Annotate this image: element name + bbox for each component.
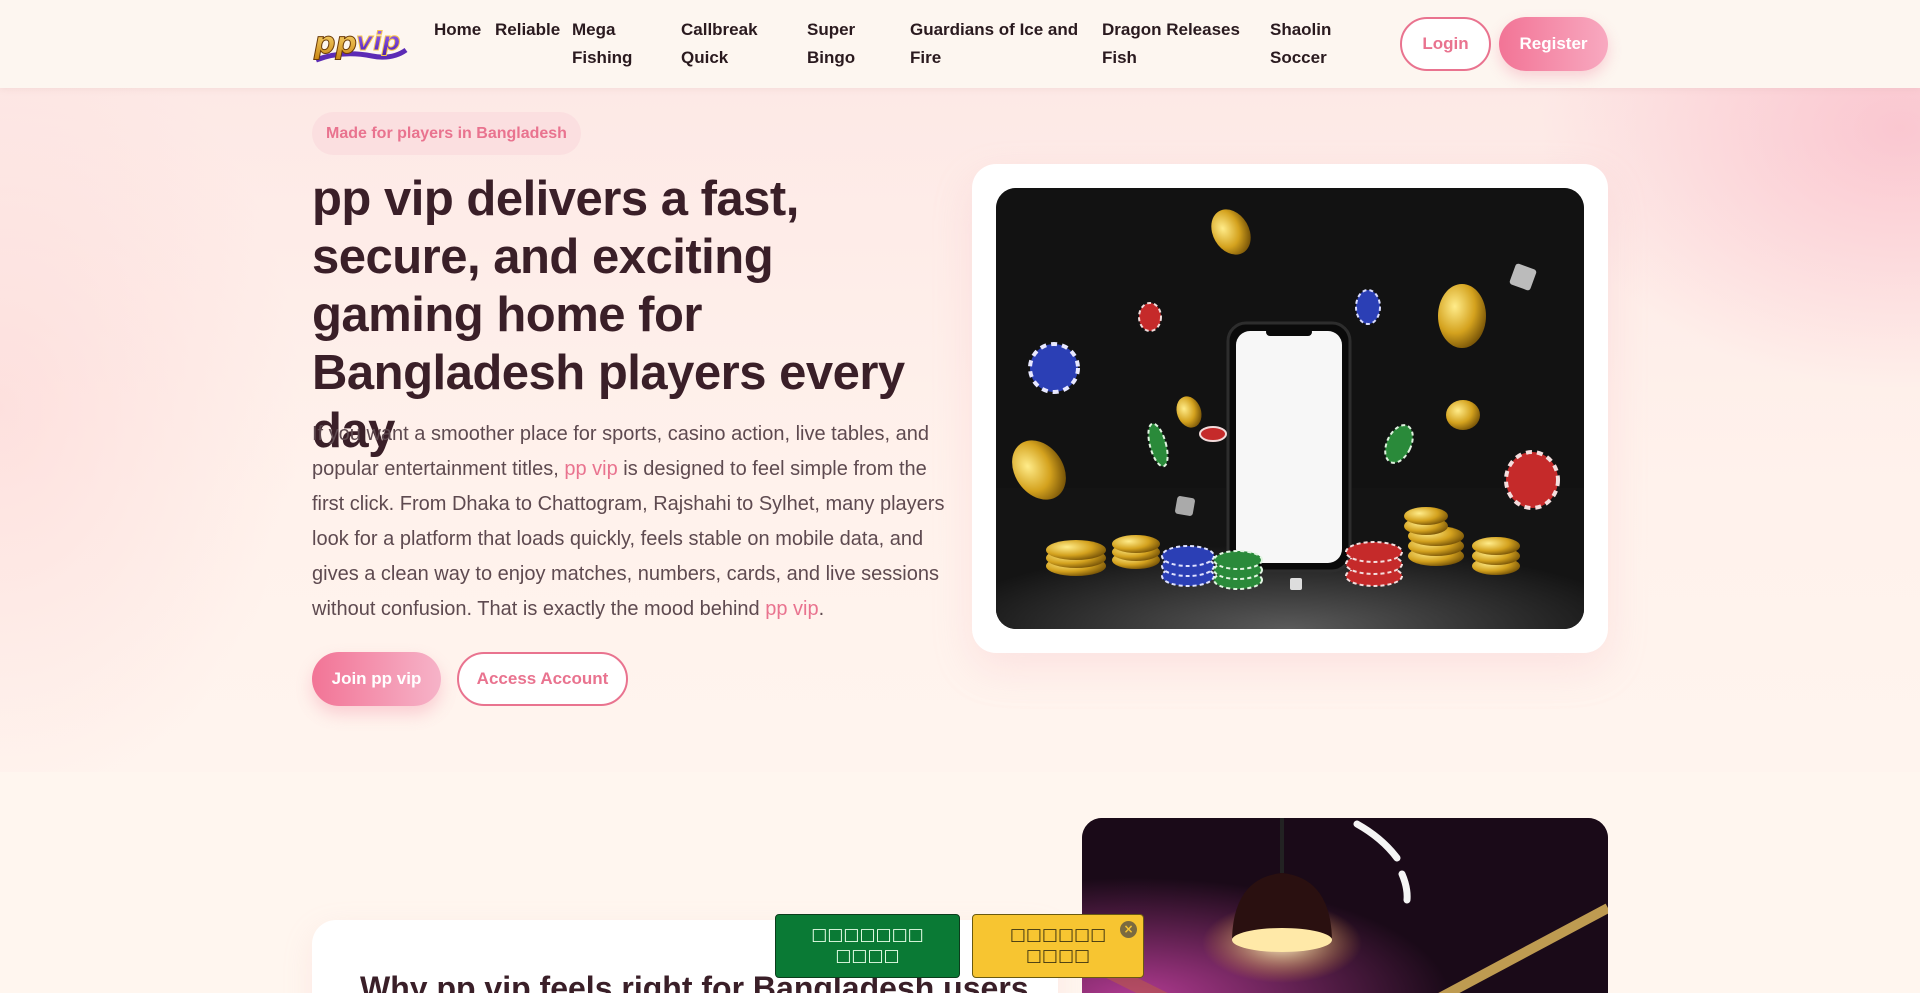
floating-yellow-button[interactable]: □□□□□□ □□□□ × bbox=[972, 914, 1144, 978]
hero-image-card bbox=[972, 164, 1608, 653]
nav-guardians-of-ice-and-fire[interactable]: Guardians of Ice and Fire bbox=[910, 16, 1080, 72]
hero-description: If you want a smoother place for sports,… bbox=[312, 417, 952, 627]
casino-lamp-image bbox=[1082, 818, 1608, 993]
hero-section bbox=[0, 88, 1920, 772]
nav-dragon-releases-fish[interactable]: Dragon Releases Fish bbox=[1102, 16, 1247, 72]
join-button[interactable]: Join pp vip bbox=[312, 652, 441, 706]
nav-mega-fishing[interactable]: Mega Fishing bbox=[572, 16, 652, 72]
hero-text-part-3: . bbox=[818, 598, 825, 620]
nav-callbreak-quick[interactable]: Callbreak Quick bbox=[681, 16, 776, 72]
nav-super-bingo[interactable]: Super Bingo bbox=[807, 16, 877, 72]
floating-yellow-label: □□□□□□ □□□□ bbox=[1009, 925, 1107, 966]
pp-vip-link[interactable]: pp vip bbox=[564, 458, 617, 480]
hero-text-part-2: is designed to feel simple from the firs… bbox=[312, 458, 945, 620]
region-badge: Made for players in Bangladesh bbox=[312, 112, 581, 155]
nav-home[interactable]: Home bbox=[434, 16, 484, 44]
access-account-button[interactable]: Access Account bbox=[457, 652, 628, 706]
floating-green-button[interactable]: □□□□□□□ □□□□ bbox=[775, 914, 960, 978]
login-button[interactable]: Login bbox=[1400, 17, 1491, 71]
close-icon[interactable]: × bbox=[1120, 921, 1137, 938]
svg-text:pp: pp bbox=[313, 26, 357, 61]
site-header: pp vip Home Reliable Mega Fishing Callbr… bbox=[0, 0, 1920, 88]
ppvip-logo[interactable]: pp vip bbox=[312, 20, 410, 66]
register-button[interactable]: Register bbox=[1499, 17, 1608, 71]
nav-reliable[interactable]: Reliable bbox=[495, 16, 560, 44]
nav-shaolin-soccer[interactable]: Shaolin Soccer bbox=[1270, 16, 1340, 72]
pp-vip-link-2[interactable]: pp vip bbox=[765, 598, 818, 620]
phone-casino-chips-image bbox=[996, 188, 1584, 629]
svg-text:vip: vip bbox=[356, 27, 400, 57]
